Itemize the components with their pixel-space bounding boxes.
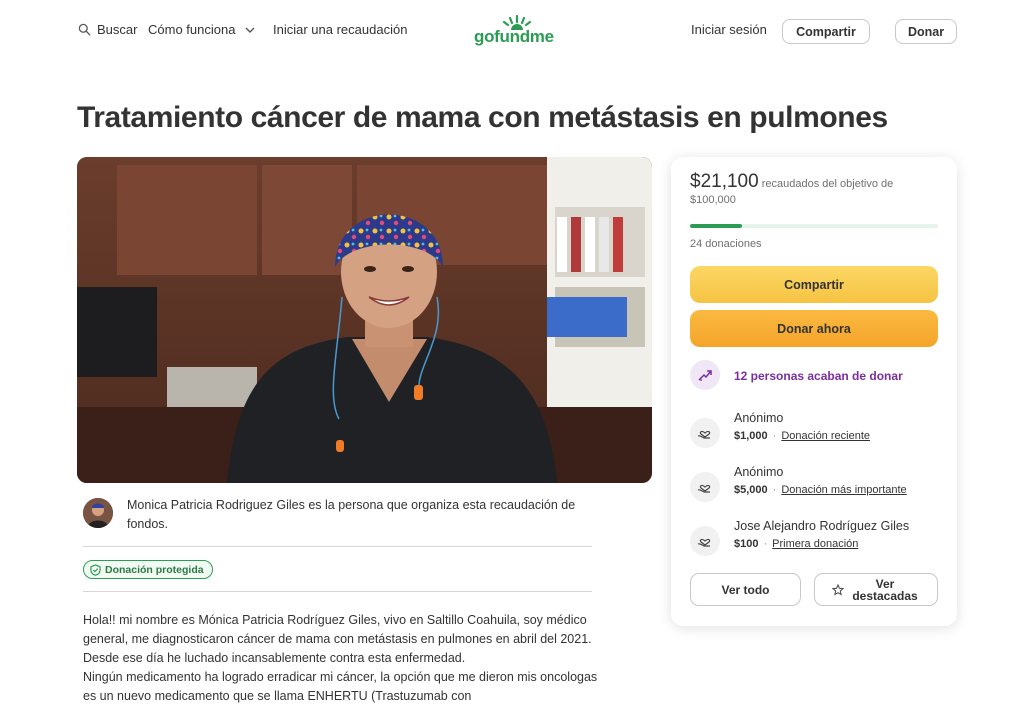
donation-tag-link[interactable]: Donación más importante [781,484,906,496]
donation-card: $21,100 recaudados del objetivo de $100,… [671,157,957,626]
divider [83,591,592,592]
donation-amount: $100 [734,538,759,550]
see-featured-button[interactable]: Ver destacadas [814,573,938,606]
donate-now-button[interactable]: Donar ahora [690,310,938,347]
donations-count[interactable]: 24 donaciones [690,238,762,250]
login-link[interactable]: Iniciar sesión [691,22,767,37]
protected-donation-label: Donación protegida [105,563,204,576]
see-featured-label: Ver destacadas [852,576,918,603]
chevron-down-icon [245,27,255,33]
share-button[interactable]: Compartir [690,266,938,303]
search-label: Buscar [97,22,138,37]
see-all-button[interactable]: Ver todo [690,573,801,606]
donation-meta: $100 · Primera donación [734,538,858,550]
donor-name: Anónimo [734,411,784,425]
story-paragraph: Ningún medicamento ha logrado erradicar … [83,670,598,703]
campaign-title: Tratamiento cáncer de mama con metástasi… [77,101,888,134]
avatar-illustration [83,498,113,528]
campaign-story: Hola!! mi nombre es Mónica Patricia Rodr… [83,611,603,706]
divider [83,546,592,547]
organizer-avatar[interactable] [83,498,113,528]
star-icon [832,583,844,596]
donation-amount: $5,000 [734,484,768,496]
heart-hand-icon [690,526,720,556]
login-label: Iniciar sesión [691,22,767,37]
donation-amount: $1,000 [734,430,768,442]
how-it-works-label: Cómo funciona [148,22,236,37]
search-icon [78,23,91,36]
donation-item: Anónimo $1,000 · Donación reciente [690,411,940,451]
donation-tag-link[interactable]: Donación reciente [781,430,870,442]
story-paragraph: Desde ese día he luchado incansablemente… [83,651,466,665]
donation-meta: $5,000 · Donación más importante [734,484,907,496]
story-paragraph: Hola!! mi nombre es Mónica Patricia Rodr… [83,613,592,646]
site-header: Buscar Cómo funciona Iniciar una recauda… [0,0,1024,62]
heart-hand-icon [690,472,720,502]
donation-tag-link[interactable]: Primera donación [772,538,858,550]
header-donate-button[interactable]: Donar [895,19,957,44]
donation-item: Anónimo $5,000 · Donación más importante [690,465,940,505]
progress-fill [690,224,743,228]
raised-amount: $21,100 [690,171,759,192]
progress-bar [690,224,938,228]
logo-text: gofundme [474,27,554,46]
shield-check-icon [90,563,101,576]
separator-dot: · [772,430,777,442]
raised-summary: $21,100 recaudados del objetivo de $100,… [690,171,940,208]
campaign-photo-illustration [77,157,652,483]
gofundme-logo[interactable]: gofundme [474,14,560,48]
donation-item: Jose Alejandro Rodríguez Giles $100 · Prim… [690,519,940,559]
separator-dot: · [772,484,777,496]
organizer-text: Monica Patricia Rodriguez Giles es la pe… [127,498,576,531]
separator-dot: · [763,538,768,550]
donor-name: Anónimo [734,465,784,479]
how-it-works-menu[interactable]: Cómo funciona [148,22,256,37]
donor-name: Jose Alejandro Rodríguez Giles [734,519,910,533]
heart-hand-icon [690,418,720,448]
start-fundraiser-label: Iniciar una recaudación [273,22,408,37]
recent-donors-text[interactable]: 12 personas acaban de donar [734,369,903,383]
start-fundraiser-link[interactable]: Iniciar una recaudación [273,22,407,37]
search-link[interactable]: Buscar [78,22,137,37]
trending-up-icon [690,360,720,390]
protected-donation-badge[interactable]: Donación protegida [83,560,213,579]
campaign-photo[interactable] [77,157,652,483]
donation-meta: $1,000 · Donación reciente [734,430,870,442]
header-share-button[interactable]: Compartir [782,19,870,44]
